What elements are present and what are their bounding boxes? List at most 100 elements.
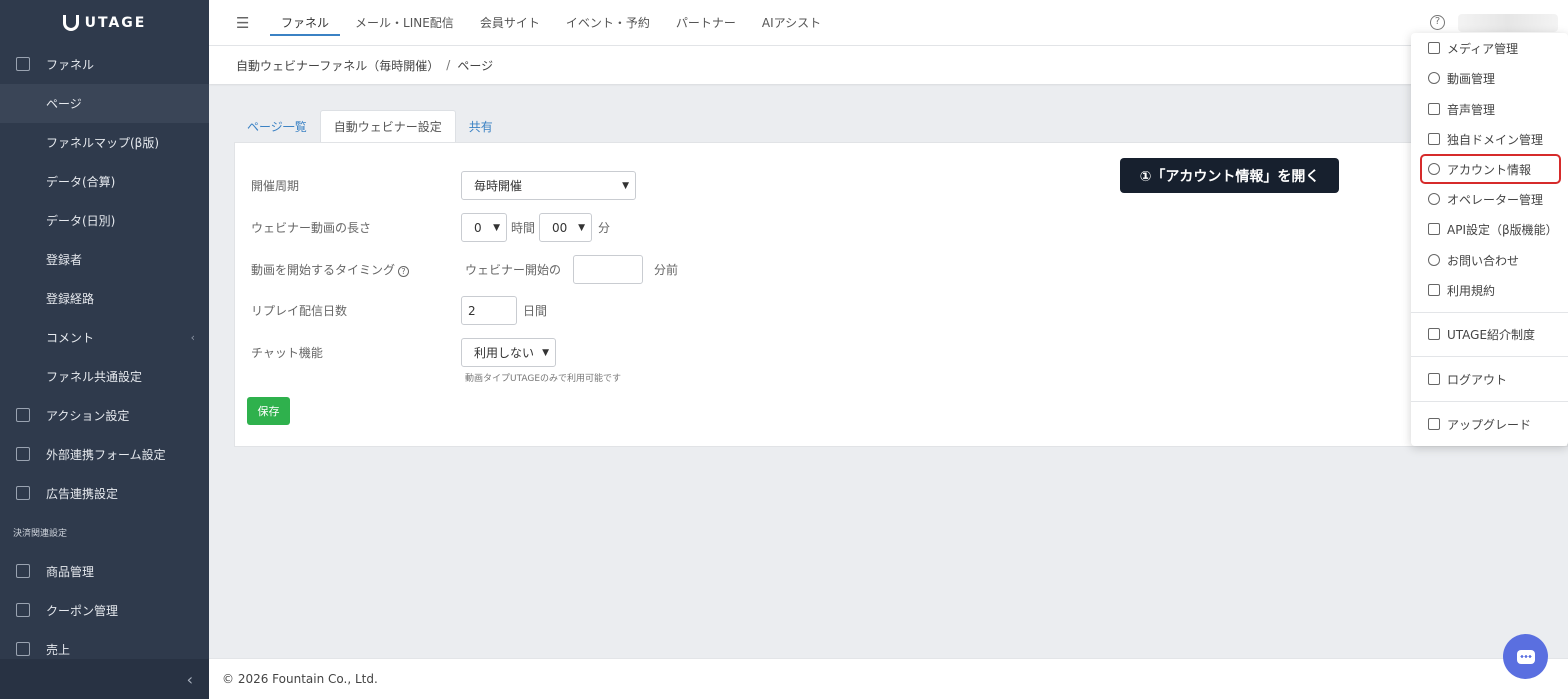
minutes-select[interactable]: 00 ▼ bbox=[539, 213, 593, 242]
nav-tab-funnel[interactable]: ファネル bbox=[268, 0, 342, 46]
sidebar-section-payments: 決済関連設定 bbox=[13, 529, 68, 539]
menu-item-contact[interactable]: お問い合わせ bbox=[1411, 246, 1568, 274]
hours-unit: 時間 bbox=[511, 221, 536, 235]
menu-item-referral[interactable]: UTAGE紹介制度 bbox=[1411, 320, 1568, 348]
users-icon bbox=[1428, 193, 1440, 205]
form-icon bbox=[16, 447, 30, 461]
speaker-icon bbox=[1428, 103, 1440, 115]
page-tabs: ページ一覧 自動ウェビナー設定 共有 bbox=[234, 110, 506, 142]
hamburger-menu-icon[interactable]: ☰ bbox=[236, 14, 250, 32]
nav-tab-ai-assist[interactable]: AIアシスト bbox=[749, 0, 834, 46]
tab-share[interactable]: 共有 bbox=[456, 110, 506, 142]
play-icon bbox=[1428, 72, 1440, 84]
chevron-down-icon: ▼ bbox=[493, 222, 500, 233]
chat-select[interactable]: 利用しない ▼ bbox=[461, 338, 556, 367]
tag-icon bbox=[16, 603, 30, 617]
megaphone-icon bbox=[16, 486, 30, 500]
utage-logo-icon bbox=[62, 14, 79, 31]
folder-icon bbox=[1428, 42, 1440, 54]
footer-copyright: © 2026 Fountain Co., Ltd. bbox=[209, 658, 1568, 699]
chevron-left-icon: ‹ bbox=[190, 331, 195, 344]
sidebar-item-external-forms[interactable]: 外部連携フォーム設定 bbox=[0, 435, 209, 474]
replay-days-input[interactable]: 2 bbox=[461, 296, 517, 325]
menu-divider bbox=[1411, 312, 1568, 313]
tab-auto-webinar-settings[interactable]: 自動ウェビナー設定 bbox=[319, 110, 456, 142]
menu-item-domain[interactable]: 独自ドメイン管理 bbox=[1411, 125, 1568, 153]
sidebar-item-routes[interactable]: 登録経路 bbox=[0, 279, 209, 318]
row-length: ウェビナー動画の長さ 0 ▼ 時間 00 ▼ 分 bbox=[251, 213, 616, 242]
help-icon[interactable]: ? bbox=[1430, 15, 1445, 30]
menu-item-media[interactable]: メディア管理 bbox=[1411, 34, 1568, 62]
instruction-tooltip: ①「アカウント情報」を開く bbox=[1120, 158, 1339, 193]
menu-item-operators[interactable]: オペレーター管理 bbox=[1411, 185, 1568, 213]
sidebar-item-data-total[interactable]: データ(合算) bbox=[0, 162, 209, 201]
sidebar-item-funnel[interactable]: ファネル bbox=[0, 45, 209, 84]
chat-label: チャット機能 bbox=[251, 346, 323, 360]
save-button[interactable]: 保存 bbox=[247, 397, 290, 425]
brand-logo[interactable]: UTAGE bbox=[0, 0, 209, 45]
cycle-label: 開催周期 bbox=[251, 179, 300, 193]
brand-name: UTAGE bbox=[84, 14, 147, 31]
sidebar-item-data-daily[interactable]: データ(日別) bbox=[0, 201, 209, 240]
sidebar-item-page[interactable]: ページ bbox=[0, 84, 209, 123]
logout-icon bbox=[1428, 373, 1440, 385]
menu-item-logout[interactable]: ログアウト bbox=[1411, 365, 1568, 393]
menu-divider bbox=[1411, 401, 1568, 402]
menu-item-video[interactable]: 動画管理 bbox=[1411, 64, 1568, 92]
hours-select[interactable]: 0 ▼ bbox=[461, 213, 507, 242]
timing-label: 動画を開始するタイミング? bbox=[251, 261, 461, 278]
chevron-down-icon: ▼ bbox=[622, 180, 629, 191]
top-navbar: ☰ ファネル メール・LINE配信 会員サイト イベント・予約 パートナー AI… bbox=[209, 0, 1568, 46]
sidebar-item-products[interactable]: 商品管理 bbox=[0, 552, 209, 591]
nav-tab-event[interactable]: イベント・予約 bbox=[553, 0, 663, 46]
chat-hint: 動画タイプUTAGEのみで利用可能です bbox=[465, 374, 622, 384]
upgrade-icon bbox=[1428, 418, 1440, 430]
sidebar-item-funnel-settings[interactable]: ファネル共通設定 bbox=[0, 357, 209, 396]
sidebar-item-funnel-map[interactable]: ファネルマップ(β版) bbox=[0, 123, 209, 162]
sidebar-item-ads[interactable]: 広告連携設定 bbox=[0, 474, 209, 513]
row-chat: チャット機能 利用しない ▼ bbox=[251, 338, 556, 367]
user-menu[interactable] bbox=[1458, 14, 1558, 32]
chevron-left-icon: ‹ bbox=[186, 669, 193, 689]
sidebar-item-comments[interactable]: コメント ‹ bbox=[0, 318, 209, 357]
sidebar-item-registrants[interactable]: 登録者 bbox=[0, 240, 209, 279]
breadcrumb-current: ページ bbox=[457, 58, 494, 73]
nav-tab-member-site[interactable]: 会員サイト bbox=[467, 0, 553, 46]
length-label: ウェビナー動画の長さ bbox=[251, 221, 372, 235]
menu-item-api[interactable]: API設定（β版機能） bbox=[1411, 215, 1568, 243]
nav-tab-partner[interactable]: パートナー bbox=[663, 0, 749, 46]
chat-icon bbox=[1428, 254, 1440, 266]
copy-icon bbox=[16, 57, 30, 71]
timing-prefix: ウェビナー開始の bbox=[465, 263, 562, 277]
sidebar-item-actions[interactable]: アクション設定 bbox=[0, 396, 209, 435]
document-icon bbox=[1428, 284, 1440, 296]
breadcrumb-parent[interactable]: 自動ウェビナーファネル（毎時開催） bbox=[236, 57, 439, 74]
basket-icon bbox=[16, 564, 30, 578]
window-icon bbox=[1428, 133, 1440, 145]
sidebar-item-coupons[interactable]: クーポン管理 bbox=[0, 591, 209, 630]
breadcrumb: 自動ウェビナーファネル（毎時開催） / ページ bbox=[209, 46, 1568, 84]
breadcrumb-separator: / bbox=[446, 58, 451, 72]
replay-unit: 日間 bbox=[523, 304, 548, 318]
question-circle-icon[interactable]: ? bbox=[398, 266, 410, 277]
settings-panel: 開催周期 毎時開催 ▼ ウェビナー動画の長さ 0 ▼ 時間 00 ▼ 分 動画を開始す… bbox=[234, 142, 1568, 447]
timing-suffix: 分前 bbox=[654, 263, 679, 277]
menu-item-audio[interactable]: 音声管理 bbox=[1411, 95, 1568, 123]
tab-page-list[interactable]: ページ一覧 bbox=[234, 110, 320, 142]
row-cycle: 開催周期 毎時開催 ▼ bbox=[251, 171, 636, 200]
nav-tab-mail-line[interactable]: メール・LINE配信 bbox=[342, 0, 467, 46]
chevron-down-icon: ▼ bbox=[542, 347, 549, 358]
support-chat-button[interactable] bbox=[1503, 634, 1548, 679]
menu-item-terms[interactable]: 利用規約 bbox=[1411, 276, 1568, 304]
sidebar-collapse-button[interactable]: ‹ bbox=[0, 659, 209, 699]
menu-item-upgrade[interactable]: アップグレード bbox=[1411, 410, 1568, 438]
handshake-icon bbox=[1428, 328, 1440, 340]
row-timing: 動画を開始するタイミング? ウェビナー開始の 分前 bbox=[251, 255, 684, 284]
sidebar: UTAGE ファネル ページ ファネルマップ(β版) データ(合算) データ(日… bbox=[0, 0, 209, 699]
cycle-select[interactable]: 毎時開催 ▼ bbox=[461, 171, 636, 200]
menu-item-account-info[interactable]: アカウント情報 bbox=[1420, 154, 1561, 184]
timing-minutes-input[interactable] bbox=[573, 255, 644, 284]
replay-label: リプレイ配信日数 bbox=[251, 304, 348, 318]
menu-divider bbox=[1411, 356, 1568, 357]
checkbox-icon bbox=[16, 408, 30, 422]
